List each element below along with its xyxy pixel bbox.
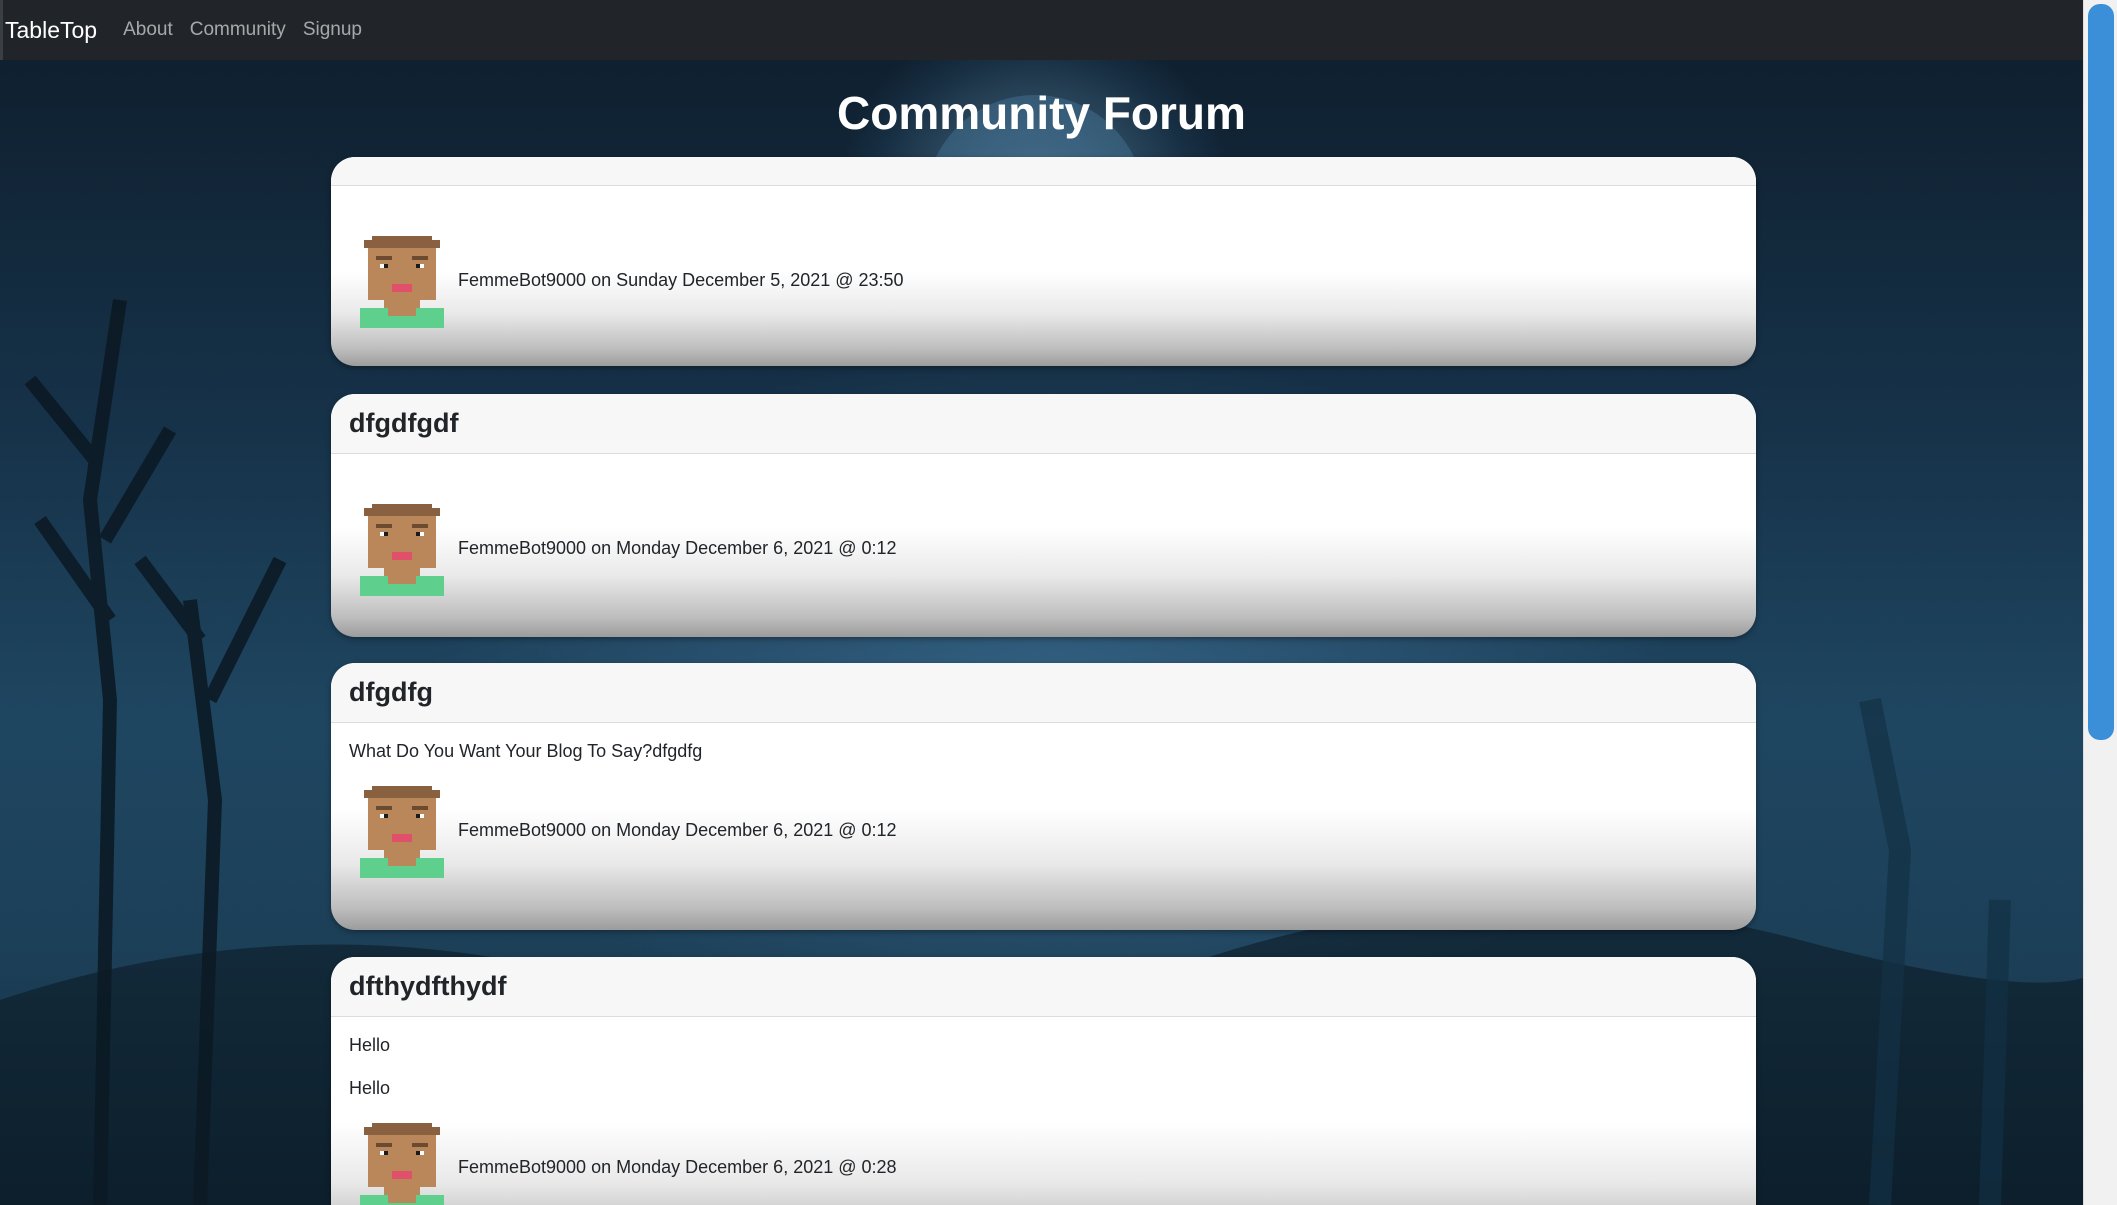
post-meta-on: on xyxy=(591,819,612,840)
post-body: Hello Hello FemmeBot9000 on Monday Decem… xyxy=(331,1017,1756,1205)
post-paragraph: Hello xyxy=(349,1035,391,1055)
post-meta-on: on xyxy=(591,269,612,290)
post-header xyxy=(331,157,1756,186)
page-title: Community Forum xyxy=(837,87,1246,139)
post-meta: FemmeBot9000 on Monday December 6, 2021 … xyxy=(349,500,1738,596)
post-title[interactable]: dfgdfgdf xyxy=(349,408,458,439)
post-author[interactable]: FemmeBot9000 xyxy=(458,820,586,841)
vertical-scrollbar[interactable] xyxy=(2083,0,2117,1205)
post-header: dfthydfthydf xyxy=(331,957,1756,1017)
post-paragraph: What Do You Want Your Blog To Say?dfgdfg xyxy=(349,741,703,761)
nav-link-community[interactable]: Community xyxy=(190,19,286,41)
post-date: Monday December 6, 2021 @ 0:28 xyxy=(616,1156,897,1177)
post-body: What Do You Want Your Blog To Say?dfgdfg… xyxy=(331,723,1756,878)
post-author[interactable]: FemmeBot9000 xyxy=(458,1157,586,1178)
top-navbar: TableTop About Community Signup xyxy=(0,0,2083,60)
post-paragraph: Hello xyxy=(349,1078,391,1098)
scrollbar-thumb[interactable] xyxy=(2088,4,2114,740)
post-date: Monday December 6, 2021 @ 0:12 xyxy=(616,819,897,840)
post-meta: FemmeBot9000 on Monday December 6, 2021 … xyxy=(349,1119,1738,1205)
post-header: dfgdfg xyxy=(331,663,1756,723)
forum-post: dfgdfgdf FemmeBot9000 on Monday December… xyxy=(331,394,1756,637)
brand-link[interactable]: TableTop xyxy=(5,17,97,44)
avatar[interactable] xyxy=(356,232,448,328)
post-date: Sunday December 5, 2021 @ 23:50 xyxy=(616,269,904,290)
post-author[interactable]: FemmeBot9000 xyxy=(458,538,586,559)
forum-post: dfthydfthydf Hello Hello FemmeBot9000 on… xyxy=(331,957,1756,1205)
post-meta-on: on xyxy=(591,1156,612,1177)
post-title[interactable]: dfgdfg xyxy=(349,677,433,708)
post-meta: FemmeBot9000 on Monday December 6, 2021 … xyxy=(349,782,1738,878)
post-meta-on: on xyxy=(591,537,612,558)
nav-link-signup[interactable]: Signup xyxy=(303,19,362,41)
post-header: dfgdfgdf xyxy=(331,394,1756,454)
forum-post: FemmeBot9000 on Sunday December 5, 2021 … xyxy=(331,157,1756,366)
post-author[interactable]: FemmeBot9000 xyxy=(458,270,586,291)
post-body: FemmeBot9000 on Sunday December 5, 2021 … xyxy=(331,186,1756,328)
avatar[interactable] xyxy=(356,500,448,596)
post-title[interactable]: dfthydfthydf xyxy=(349,971,506,1002)
avatar[interactable] xyxy=(356,782,448,878)
nav-link-about[interactable]: About xyxy=(123,19,173,41)
post-date: Monday December 6, 2021 @ 0:12 xyxy=(616,537,897,558)
post-body: FemmeBot9000 on Monday December 6, 2021 … xyxy=(331,454,1756,596)
post-meta: FemmeBot9000 on Sunday December 5, 2021 … xyxy=(349,232,1738,328)
avatar[interactable] xyxy=(356,1119,448,1205)
forum-post: dfgdfg What Do You Want Your Blog To Say… xyxy=(331,663,1756,930)
